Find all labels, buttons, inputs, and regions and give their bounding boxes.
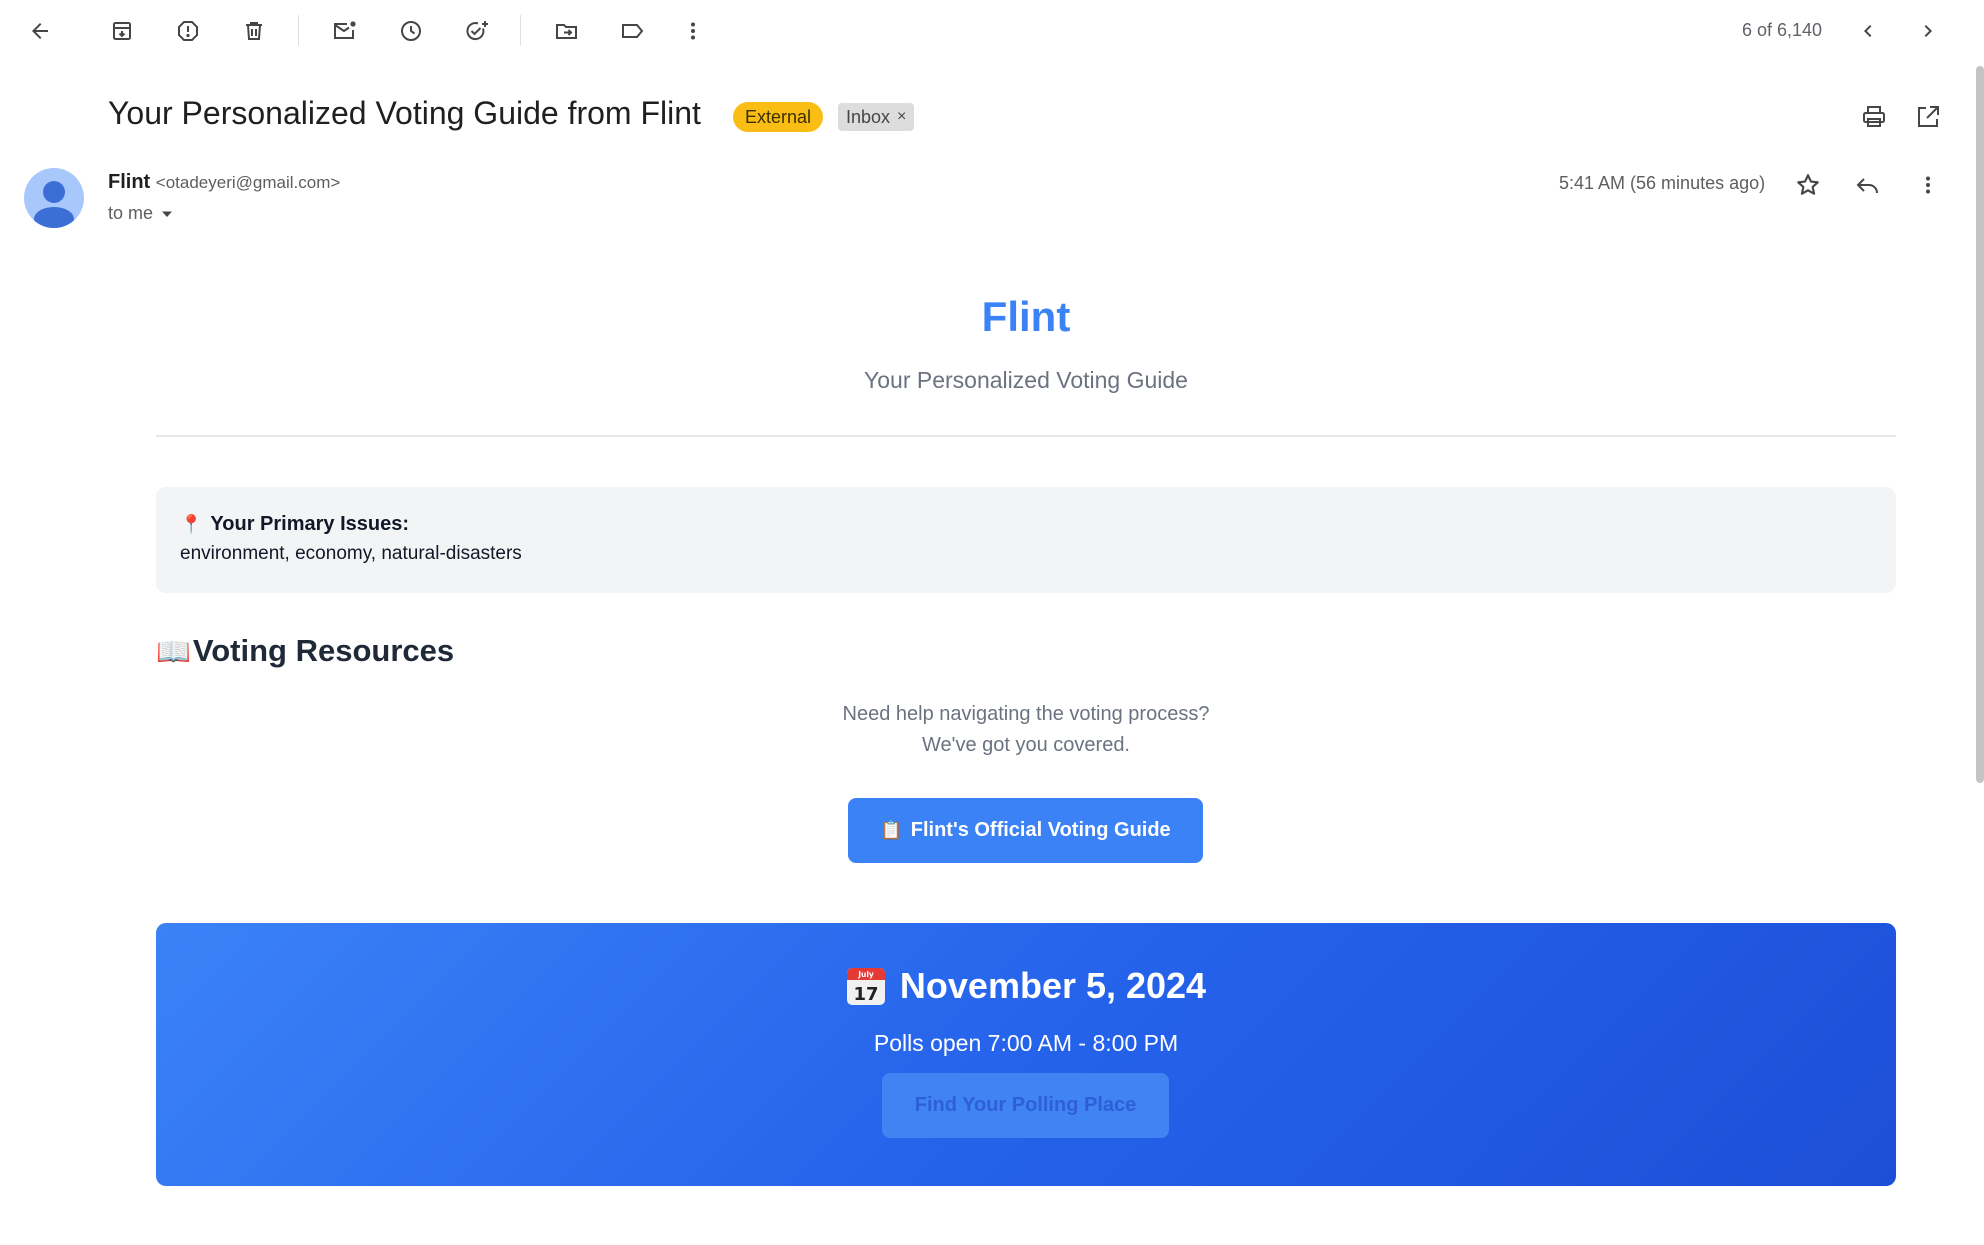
delete-icon — [246, 22, 262, 40]
calendar-icon-month: July — [857, 970, 874, 979]
resources-text-line1: Need help navigating the voting process? — [842, 703, 1210, 725]
issues-title: Your Primary Issues: — [210, 513, 410, 535]
person-icon — [34, 181, 74, 228]
back-arrow-icon — [32, 23, 48, 39]
election-date-heading: July 17 November 5, 2024 — [156, 965, 1896, 1007]
add-task-icon — [466, 21, 488, 41]
brand-tagline: Your Personalized Voting Guide — [864, 367, 1188, 393]
move-to-icon — [556, 24, 577, 39]
received-time: 5:41 AM (56 minutes ago) — [1559, 173, 1766, 193]
recipient-details-toggle[interactable]: to me — [108, 203, 173, 224]
open-new-window-button[interactable] — [1904, 93, 1952, 141]
print-button[interactable] — [1850, 93, 1898, 141]
remove-label-icon[interactable]: × — [897, 103, 906, 131]
snooze-button[interactable] — [387, 7, 435, 55]
print-icon — [1863, 106, 1885, 127]
calendar-icon: July 17 — [846, 968, 885, 1005]
recipient-label: to me — [108, 203, 154, 223]
archive-button[interactable] — [98, 7, 146, 55]
newer-button[interactable] — [1844, 7, 1892, 55]
sender-name[interactable]: Flint — [108, 171, 150, 193]
sender-email: <otadeyeri@gmail.com> — [155, 173, 341, 192]
back-button[interactable] — [16, 7, 64, 55]
voting-guide-label: Flint's Official Voting Guide — [910, 819, 1171, 841]
caret-down-icon — [162, 211, 173, 217]
label-icon — [622, 24, 644, 38]
more-options-button[interactable] — [669, 7, 717, 55]
open-in-new-icon — [1918, 106, 1939, 127]
resources-title: Voting Resources — [192, 633, 455, 668]
voting-guide-button[interactable]: 📋 Flint's Official Voting Guide — [848, 798, 1203, 863]
more-vertical-icon — [1926, 176, 1930, 194]
sender-avatar[interactable] — [24, 168, 84, 228]
toolbar-separator — [298, 15, 299, 46]
inbox-label-chip: Inbox × — [838, 103, 915, 131]
pin-icon: 📍 — [180, 514, 203, 534]
reply-button[interactable] — [1844, 161, 1892, 209]
clipboard-icon: 📋 — [880, 820, 903, 840]
find-polling-place-button[interactable]: Find Your Polling Place — [882, 1073, 1169, 1138]
primary-issues-card: 📍 Your Primary Issues: environment, econ… — [156, 487, 1896, 593]
move-to-button[interactable] — [543, 7, 591, 55]
label-button[interactable] — [609, 7, 657, 55]
resources-heading: 📖 Voting Resources — [156, 633, 454, 669]
mark-unread-icon — [334, 21, 356, 39]
reply-icon — [1856, 178, 1878, 194]
delete-button[interactable] — [230, 7, 278, 55]
inbox-label-text: Inbox — [846, 107, 891, 127]
issues-heading: 📍 Your Primary Issues: — [180, 513, 409, 536]
toolbar-separator — [520, 15, 521, 46]
external-badge: External — [733, 102, 824, 132]
election-date: November 5, 2024 — [899, 965, 1207, 1006]
message-more-button[interactable] — [1904, 161, 1952, 209]
chevron-left-icon — [1864, 25, 1872, 37]
resources-text-line2: We've got you covered. — [921, 734, 1130, 756]
brand-title: Flint — [981, 293, 1071, 340]
add-task-button[interactable] — [453, 7, 501, 55]
issues-list: environment, economy, natural-disasters — [180, 543, 522, 564]
header-divider — [156, 435, 1896, 437]
polling-hours: Polls open 7:00 AM - 8:00 PM — [873, 1030, 1179, 1056]
election-date-banner: July 17 November 5, 2024 Polls open 7:00… — [156, 923, 1896, 1186]
more-vertical-icon — [691, 22, 695, 40]
older-button[interactable] — [1904, 7, 1952, 55]
email-subject: Your Personalized Voting Guide from Flin… — [108, 95, 701, 131]
report-spam-icon — [178, 21, 198, 41]
calendar-icon-day: 17 — [853, 984, 878, 1005]
book-icon: 📖 — [156, 635, 191, 667]
archive-icon — [113, 22, 131, 40]
star-icon — [1797, 174, 1819, 195]
mark-unread-button[interactable] — [321, 7, 369, 55]
star-button[interactable] — [1784, 161, 1832, 209]
chevron-right-icon — [1924, 25, 1932, 37]
sender-line: Flint <otadeyeri@gmail.com> — [108, 171, 340, 194]
report-spam-button[interactable] — [164, 7, 212, 55]
snooze-icon — [401, 21, 421, 41]
scrollbar-thumb[interactable] — [1976, 66, 1984, 783]
pager-count: 6 of 6,140 — [1742, 20, 1823, 40]
